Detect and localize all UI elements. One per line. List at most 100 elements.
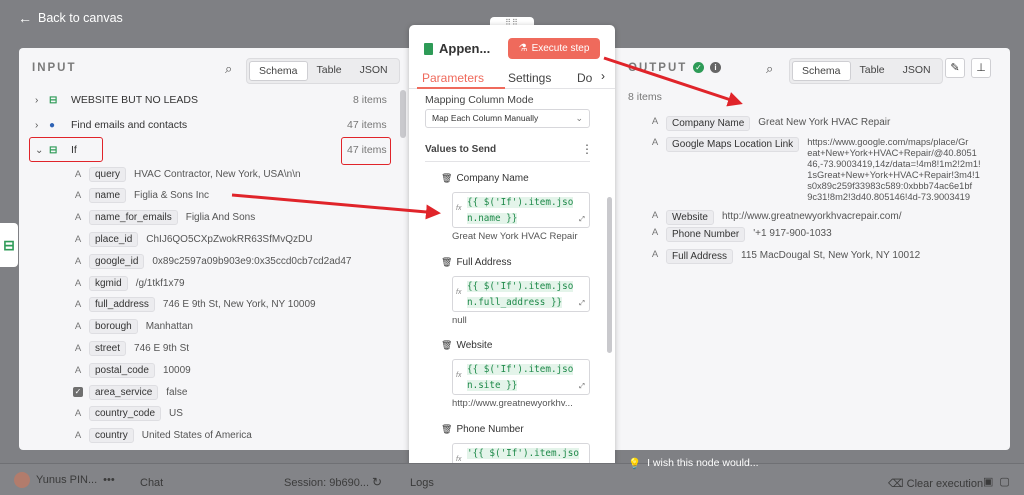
tab-docs[interactable]: Do <box>577 71 592 85</box>
field-key[interactable]: Google Maps Location Link <box>666 137 800 152</box>
output-field-row[interactable]: A Company Name Great New York HVAC Repair <box>648 116 890 131</box>
schema-field-row[interactable]: Aborough Manhattan <box>71 318 193 336</box>
node-name[interactable]: Appen... <box>439 41 490 56</box>
column-label-text: Phone Number <box>456 424 524 435</box>
edit-output-button[interactable]: ✎ <box>945 58 965 78</box>
expression-input[interactable]: fx{{ $('If').item.jso n.site }} ⤢ <box>452 359 590 395</box>
lightbulb-icon: 💡 <box>628 458 642 470</box>
chat-tab[interactable]: Chat <box>140 477 163 489</box>
node-settings-panel: Appen... ⚗ Execute step Parameters Setti… <box>409 25 615 470</box>
schema-field-row[interactable]: Apostal_code 10009 <box>71 361 191 379</box>
execute-step-button[interactable]: ⚗ Execute step <box>508 38 600 59</box>
trash-icon[interactable]: 🗑 <box>441 173 452 184</box>
expression-input[interactable]: fx{{ $('If').item.jso n.name }} ⤢ <box>452 192 590 228</box>
field-key[interactable]: kgmid <box>89 275 128 291</box>
output-field-row[interactable]: A Phone Number '+1 917-900-1033 <box>648 227 832 242</box>
output-field-row[interactable]: A Website http://www.greatnewyorkhvacrepai… <box>648 210 901 225</box>
more-options-icon[interactable]: ⋮ <box>581 142 593 156</box>
schema-field-row[interactable]: Aname_for_emails Figlia And Sons <box>71 209 255 227</box>
sheets-node-tab[interactable]: ⊟ <box>0 223 18 267</box>
field-value-line: Great New York HVAC Repair <box>758 117 891 128</box>
field-value: US <box>169 408 183 420</box>
field-key[interactable]: place_id <box>89 231 139 247</box>
schema-field-row[interactable]: Afull_address 746 E 9th St, New York, NY … <box>71 296 316 314</box>
field-key[interactable]: street <box>89 340 127 356</box>
trash-icon[interactable]: 🗑 <box>441 424 452 435</box>
back-to-canvas-link[interactable]: ← Back to canvas <box>18 10 123 26</box>
chevron-down-icon: ⌄ <box>575 113 583 123</box>
input-tab-schema[interactable]: Schema <box>249 61 308 81</box>
schema-field-row[interactable]: ✓ area_service false <box>71 383 187 401</box>
output-title: OUTPUT <box>628 62 688 74</box>
user-menu[interactable]: Yunus PIN... ••• <box>14 472 115 488</box>
output-tab-schema[interactable]: Schema <box>792 61 851 81</box>
tree-node-website-no-leads[interactable]: › ⊟ WEBSITE BUT NO LEADS <box>35 90 198 110</box>
output-field-row[interactable]: A Full Address 115 MacDougal St, New York,… <box>648 249 920 264</box>
schema-field-row[interactable]: Agoogle_id 0x89c2597a09b903e9:0x35ccd0cb7… <box>71 252 351 270</box>
field-key[interactable]: name <box>89 188 127 204</box>
mapping-mode-select[interactable]: Map Each Column Manually ⌄ <box>425 109 590 128</box>
expand-icon[interactable]: ⤢ <box>577 215 587 225</box>
field-key[interactable]: postal_code <box>89 362 155 378</box>
scrollbar-thumb[interactable] <box>400 90 406 138</box>
tab-settings[interactable]: Settings <box>508 71 551 85</box>
schema-field-row[interactable]: Astreet 746 E 9th St <box>71 339 189 357</box>
panel-icons[interactable]: ▣▢ <box>983 475 1016 488</box>
expression-result: http://www.greatnewyorkhv... <box>452 398 573 409</box>
schema-field-row[interactable]: Acountry_code US <box>71 405 183 423</box>
scrollbar-thumb[interactable] <box>607 197 612 353</box>
info-icon[interactable]: i <box>710 62 721 73</box>
search-icon[interactable]: ⌕ <box>766 61 773 77</box>
field-key[interactable]: Website <box>666 210 714 225</box>
mapping-mode-value: Map Each Column Manually <box>432 113 539 123</box>
node-tabs: Parameters Settings Do <box>409 65 615 89</box>
field-key[interactable]: query <box>89 166 127 182</box>
schema-field-row[interactable]: Akgmid/g/1tkf1x79 <box>71 274 185 292</box>
pin-output-button[interactable]: ⊥ <box>971 58 991 78</box>
flask-icon: ⚗ <box>518 43 528 54</box>
search-icon[interactable]: ⌕ <box>225 61 232 77</box>
field-key[interactable]: area_service <box>89 384 159 400</box>
output-tab-table[interactable]: Table <box>851 61 894 81</box>
expand-icon[interactable]: ⤢ <box>577 299 587 309</box>
schema-field-row[interactable]: Aplace_id ChIJ6QO5CXpZwokRR63SfMvQzDU <box>71 230 312 248</box>
field-key[interactable]: country <box>89 428 134 444</box>
expression-line: {{ $('If').item.jso <box>467 197 574 208</box>
feedback-prompt[interactable]: 💡 I wish this node would... <box>628 457 759 470</box>
output-tab-json[interactable]: JSON <box>894 61 940 81</box>
input-tab-json[interactable]: JSON <box>351 61 397 81</box>
divider <box>425 161 590 162</box>
schema-field-row[interactable]: Aname Figlia & Sons Inc <box>71 187 209 205</box>
string-type-icon: A <box>74 430 82 442</box>
field-key[interactable]: full_address <box>89 297 155 313</box>
string-type-icon: A <box>74 168 82 180</box>
input-tab-table[interactable]: Table <box>308 61 351 81</box>
string-type-icon: A <box>74 342 82 354</box>
field-key[interactable]: Full Address <box>666 249 734 264</box>
refresh-icon[interactable]: ↻ <box>372 475 382 489</box>
chevron-right-icon[interactable]: › <box>601 69 605 83</box>
field-key[interactable]: name_for_emails <box>89 210 178 226</box>
clear-execution-button[interactable]: ⌫ Clear execution <box>888 477 983 490</box>
expand-icon[interactable]: ⤢ <box>577 382 587 392</box>
schema-field-row[interactable]: Aquery HVAC Contractor, New York, USA\n\n <box>71 165 301 183</box>
field-key[interactable]: Company Name <box>666 116 751 131</box>
mapping-mode-label: Mapping Column Mode <box>425 94 534 106</box>
output-field-row[interactable]: A Google Maps Location Link https://www.go… <box>648 137 981 203</box>
field-key[interactable]: borough <box>89 319 138 335</box>
field-value: 115 MacDougal St, New York, NY 10012 <box>741 249 920 264</box>
field-key[interactable]: Phone Number <box>666 227 746 242</box>
item-count: 47 items <box>347 119 387 131</box>
logs-tab[interactable]: Logs <box>410 477 434 489</box>
trash-icon[interactable]: 🗑 <box>441 257 452 268</box>
expression-input[interactable]: fx{{ $('If').item.jso n.full_address }} ⤢ <box>452 276 590 312</box>
column-label-text: Website <box>456 340 493 351</box>
tree-node-find-emails[interactable]: › ● Find emails and contacts <box>35 115 187 135</box>
pin-icon: ⊥ <box>976 62 986 74</box>
string-type-icon: A <box>74 277 82 289</box>
trash-icon[interactable]: 🗑 <box>441 340 452 351</box>
schema-field-row[interactable]: Acountry United States of America <box>71 427 252 445</box>
tab-parameters[interactable]: Parameters <box>422 71 484 85</box>
field-key[interactable]: google_id <box>89 253 145 269</box>
field-key[interactable]: country_code <box>89 406 162 422</box>
